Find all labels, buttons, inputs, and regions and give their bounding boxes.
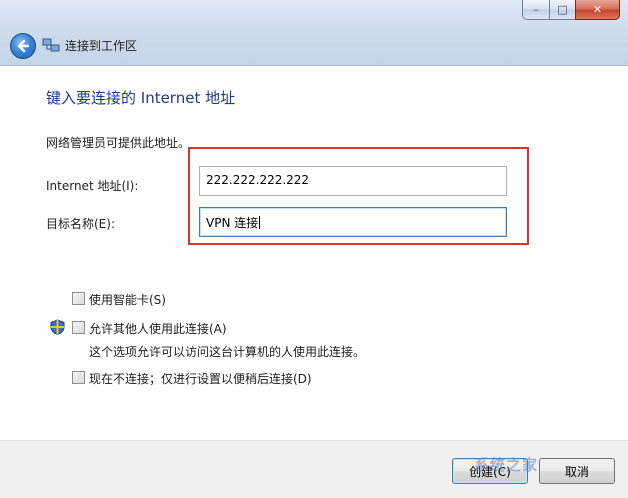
highlight-box [188,147,529,245]
connect-later-label[interactable]: 现在不连接；仅进行设置以便稍后连接(D) [89,370,312,387]
internet-address-label: Internet 地址(I): [46,179,139,193]
allow-others-description: 这个选项允许可以访问这台计算机的人使用此连接。 [89,345,366,359]
allow-others-checkbox[interactable] [72,321,85,334]
cancel-button[interactable]: 取消 [539,458,615,484]
connect-later-checkbox[interactable] [72,371,85,384]
site-watermark: 系统之家 [474,456,539,474]
smart-card-label[interactable]: 使用智能卡(S) [89,291,166,308]
window-controls: – □ ✕ [522,0,620,20]
maximize-button[interactable]: □ [549,0,575,20]
title-bar: – □ ✕ 连接到工作区 [0,0,628,66]
description-text: 网络管理员可提供此地址。 [46,136,191,150]
close-button[interactable]: ✕ [575,0,620,20]
page-heading: 键入要连接的 Internet 地址 [46,89,236,107]
back-arrow-icon[interactable] [10,33,36,59]
minimize-button[interactable]: – [522,0,549,20]
destination-name-label: 目标名称(E): [46,217,115,231]
smart-card-checkbox[interactable] [72,292,85,305]
allow-others-label[interactable]: 允许其他人使用此连接(A) [89,320,227,337]
uac-shield-icon [50,319,65,336]
network-icon [42,36,60,54]
window-title: 连接到工作区 [65,39,138,53]
